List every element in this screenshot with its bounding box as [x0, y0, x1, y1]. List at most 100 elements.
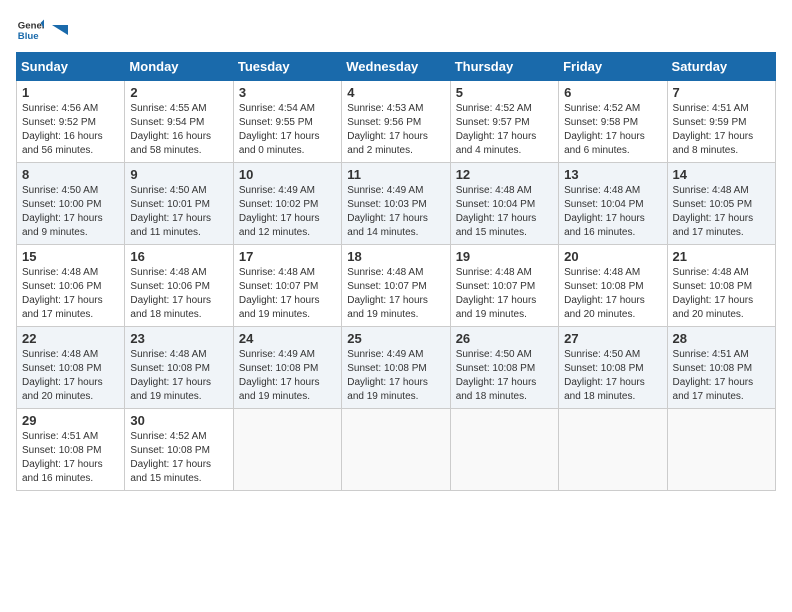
- calendar-cell: 30 Sunrise: 4:52 AM Sunset: 10:08 PM Day…: [125, 409, 233, 491]
- day-number: 27: [564, 331, 661, 346]
- day-number: 14: [673, 167, 770, 182]
- calendar-cell: 18 Sunrise: 4:48 AM Sunset: 10:07 PM Day…: [342, 245, 450, 327]
- day-number: 8: [22, 167, 119, 182]
- day-number: 6: [564, 85, 661, 100]
- day-info: Sunrise: 4:48 AM Sunset: 10:08 PM Daylig…: [22, 348, 119, 404]
- calendar-cell: 20 Sunrise: 4:48 AM Sunset: 10:08 PM Day…: [559, 245, 667, 327]
- day-info: Sunrise: 4:48 AM Sunset: 10:06 PM Daylig…: [22, 266, 119, 322]
- day-info: Sunrise: 4:52 AM Sunset: 10:08 PM Daylig…: [130, 430, 227, 486]
- day-info: Sunrise: 4:49 AM Sunset: 10:08 PM Daylig…: [347, 348, 444, 404]
- day-info: Sunrise: 4:51 AM Sunset: 10:08 PM Daylig…: [22, 430, 119, 486]
- calendar-cell: 11 Sunrise: 4:49 AM Sunset: 10:03 PM Day…: [342, 163, 450, 245]
- day-number: 25: [347, 331, 444, 346]
- calendar-table: SundayMondayTuesdayWednesdayThursdayFrid…: [16, 52, 776, 491]
- day-number: 16: [130, 249, 227, 264]
- logo: General Blue: [16, 16, 68, 44]
- day-info: Sunrise: 4:48 AM Sunset: 10:07 PM Daylig…: [456, 266, 553, 322]
- day-number: 28: [673, 331, 770, 346]
- day-number: 12: [456, 167, 553, 182]
- day-info: Sunrise: 4:51 AM Sunset: 10:08 PM Daylig…: [673, 348, 770, 404]
- day-info: Sunrise: 4:48 AM Sunset: 10:08 PM Daylig…: [673, 266, 770, 322]
- calendar-cell: 6 Sunrise: 4:52 AM Sunset: 9:58 PM Dayli…: [559, 81, 667, 163]
- day-number: 23: [130, 331, 227, 346]
- calendar-cell: 24 Sunrise: 4:49 AM Sunset: 10:08 PM Day…: [233, 327, 341, 409]
- day-number: 4: [347, 85, 444, 100]
- calendar-cell: 17 Sunrise: 4:48 AM Sunset: 10:07 PM Day…: [233, 245, 341, 327]
- day-number: 5: [456, 85, 553, 100]
- day-header-tuesday: Tuesday: [233, 53, 341, 81]
- calendar-cell: 4 Sunrise: 4:53 AM Sunset: 9:56 PM Dayli…: [342, 81, 450, 163]
- day-header-sunday: Sunday: [17, 53, 125, 81]
- day-info: Sunrise: 4:52 AM Sunset: 9:58 PM Dayligh…: [564, 102, 661, 158]
- day-info: Sunrise: 4:49 AM Sunset: 10:03 PM Daylig…: [347, 184, 444, 240]
- calendar-cell: 1 Sunrise: 4:56 AM Sunset: 9:52 PM Dayli…: [17, 81, 125, 163]
- day-info: Sunrise: 4:49 AM Sunset: 10:08 PM Daylig…: [239, 348, 336, 404]
- day-number: 19: [456, 249, 553, 264]
- day-info: Sunrise: 4:48 AM Sunset: 10:05 PM Daylig…: [673, 184, 770, 240]
- day-header-thursday: Thursday: [450, 53, 558, 81]
- day-number: 9: [130, 167, 227, 182]
- week-row-3: 15 Sunrise: 4:48 AM Sunset: 10:06 PM Day…: [17, 245, 776, 327]
- day-info: Sunrise: 4:48 AM Sunset: 10:07 PM Daylig…: [239, 266, 336, 322]
- calendar-cell: 19 Sunrise: 4:48 AM Sunset: 10:07 PM Day…: [450, 245, 558, 327]
- calendar-cell: 9 Sunrise: 4:50 AM Sunset: 10:01 PM Dayl…: [125, 163, 233, 245]
- day-info: Sunrise: 4:50 AM Sunset: 10:00 PM Daylig…: [22, 184, 119, 240]
- calendar-cell: 5 Sunrise: 4:52 AM Sunset: 9:57 PM Dayli…: [450, 81, 558, 163]
- calendar-cell: 10 Sunrise: 4:49 AM Sunset: 10:02 PM Day…: [233, 163, 341, 245]
- week-row-4: 22 Sunrise: 4:48 AM Sunset: 10:08 PM Day…: [17, 327, 776, 409]
- day-info: Sunrise: 4:48 AM Sunset: 10:06 PM Daylig…: [130, 266, 227, 322]
- day-number: 24: [239, 331, 336, 346]
- day-header-monday: Monday: [125, 53, 233, 81]
- day-info: Sunrise: 4:48 AM Sunset: 10:08 PM Daylig…: [130, 348, 227, 404]
- calendar-cell: 28 Sunrise: 4:51 AM Sunset: 10:08 PM Day…: [667, 327, 775, 409]
- calendar-cell: 21 Sunrise: 4:48 AM Sunset: 10:08 PM Day…: [667, 245, 775, 327]
- week-row-1: 1 Sunrise: 4:56 AM Sunset: 9:52 PM Dayli…: [17, 81, 776, 163]
- day-number: 18: [347, 249, 444, 264]
- day-number: 10: [239, 167, 336, 182]
- day-info: Sunrise: 4:48 AM Sunset: 10:08 PM Daylig…: [564, 266, 661, 322]
- calendar-cell: 25 Sunrise: 4:49 AM Sunset: 10:08 PM Day…: [342, 327, 450, 409]
- day-info: Sunrise: 4:48 AM Sunset: 10:04 PM Daylig…: [456, 184, 553, 240]
- day-number: 2: [130, 85, 227, 100]
- day-number: 7: [673, 85, 770, 100]
- day-number: 20: [564, 249, 661, 264]
- day-info: Sunrise: 4:48 AM Sunset: 10:04 PM Daylig…: [564, 184, 661, 240]
- calendar-cell: [233, 409, 341, 491]
- calendar-cell: 8 Sunrise: 4:50 AM Sunset: 10:00 PM Dayl…: [17, 163, 125, 245]
- calendar-cell: [342, 409, 450, 491]
- day-number: 21: [673, 249, 770, 264]
- day-info: Sunrise: 4:54 AM Sunset: 9:55 PM Dayligh…: [239, 102, 336, 158]
- calendar-cell: 2 Sunrise: 4:55 AM Sunset: 9:54 PM Dayli…: [125, 81, 233, 163]
- day-number: 3: [239, 85, 336, 100]
- day-number: 1: [22, 85, 119, 100]
- calendar-cell: [559, 409, 667, 491]
- calendar-cell: 23 Sunrise: 4:48 AM Sunset: 10:08 PM Day…: [125, 327, 233, 409]
- day-info: Sunrise: 4:50 AM Sunset: 10:08 PM Daylig…: [564, 348, 661, 404]
- day-info: Sunrise: 4:48 AM Sunset: 10:07 PM Daylig…: [347, 266, 444, 322]
- calendar-cell: [667, 409, 775, 491]
- week-row-2: 8 Sunrise: 4:50 AM Sunset: 10:00 PM Dayl…: [17, 163, 776, 245]
- day-info: Sunrise: 4:49 AM Sunset: 10:02 PM Daylig…: [239, 184, 336, 240]
- day-header-friday: Friday: [559, 53, 667, 81]
- calendar-cell: 12 Sunrise: 4:48 AM Sunset: 10:04 PM Day…: [450, 163, 558, 245]
- calendar-cell: 26 Sunrise: 4:50 AM Sunset: 10:08 PM Day…: [450, 327, 558, 409]
- day-number: 30: [130, 413, 227, 428]
- calendar-cell: 22 Sunrise: 4:48 AM Sunset: 10:08 PM Day…: [17, 327, 125, 409]
- day-number: 13: [564, 167, 661, 182]
- calendar-cell: 13 Sunrise: 4:48 AM Sunset: 10:04 PM Day…: [559, 163, 667, 245]
- calendar-cell: 7 Sunrise: 4:51 AM Sunset: 9:59 PM Dayli…: [667, 81, 775, 163]
- day-info: Sunrise: 4:56 AM Sunset: 9:52 PM Dayligh…: [22, 102, 119, 158]
- calendar-cell: 15 Sunrise: 4:48 AM Sunset: 10:06 PM Day…: [17, 245, 125, 327]
- calendar-cell: 27 Sunrise: 4:50 AM Sunset: 10:08 PM Day…: [559, 327, 667, 409]
- day-number: 11: [347, 167, 444, 182]
- logo-arrow-icon: [50, 21, 68, 39]
- day-number: 29: [22, 413, 119, 428]
- calendar-cell: 16 Sunrise: 4:48 AM Sunset: 10:06 PM Day…: [125, 245, 233, 327]
- week-row-5: 29 Sunrise: 4:51 AM Sunset: 10:08 PM Day…: [17, 409, 776, 491]
- day-info: Sunrise: 4:50 AM Sunset: 10:08 PM Daylig…: [456, 348, 553, 404]
- day-number: 22: [22, 331, 119, 346]
- day-info: Sunrise: 4:50 AM Sunset: 10:01 PM Daylig…: [130, 184, 227, 240]
- day-number: 17: [239, 249, 336, 264]
- header-row: SundayMondayTuesdayWednesdayThursdayFrid…: [17, 53, 776, 81]
- calendar-cell: 29 Sunrise: 4:51 AM Sunset: 10:08 PM Day…: [17, 409, 125, 491]
